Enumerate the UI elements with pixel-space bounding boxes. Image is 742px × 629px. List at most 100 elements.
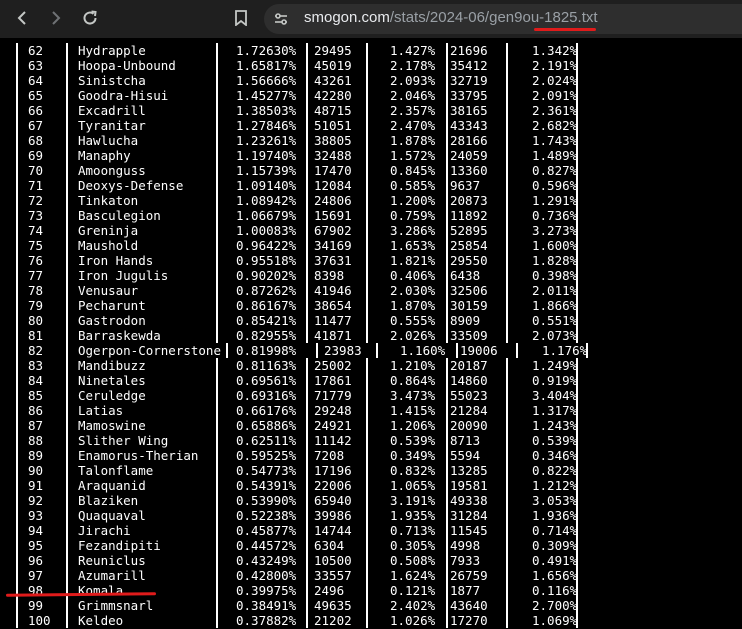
url-red-underline	[534, 28, 596, 31]
column-separator	[506, 253, 508, 268]
cell-rank: 68	[28, 133, 44, 148]
cell-real-pct: 0.491%	[532, 553, 578, 568]
table-row: 66 Excadrill 1.38503% 48715 2.357% 38165 2.361…	[0, 103, 742, 118]
column-separator	[66, 523, 68, 538]
cell-usage: 1.00083%	[236, 223, 297, 238]
column-separator	[216, 508, 218, 523]
cell-raw-pct: 3.473%	[390, 388, 436, 403]
cell-name: Pecharunt	[78, 298, 146, 313]
column-separator	[216, 358, 218, 373]
column-separator	[306, 358, 308, 373]
column-separator	[16, 568, 18, 583]
table-row: 96 Reuniclus 0.43249% 10500 0.508% 7933 0.491%	[0, 553, 742, 568]
column-separator	[306, 103, 308, 118]
cell-raw: 7208	[314, 448, 345, 463]
column-separator	[216, 193, 218, 208]
column-separator	[366, 478, 368, 493]
cell-real-pct: 1.249%	[532, 358, 578, 373]
table-row: 63 Hoopa-Unbound 1.65817% 45019 2.178% 35412 2…	[0, 58, 742, 73]
cell-raw-pct: 3.191%	[390, 493, 436, 508]
column-separator	[506, 223, 508, 238]
cell-rank: 62	[28, 43, 44, 58]
table-row: 62 Hydrapple 1.72630% 29495 1.427% 21696 1.342…	[0, 43, 742, 58]
cell-real: 31284	[450, 508, 488, 523]
column-separator	[66, 313, 68, 328]
column-separator	[226, 343, 228, 358]
cell-real: 19581	[450, 478, 488, 493]
cell-real-pct: 2.700%	[532, 598, 578, 613]
column-separator	[66, 358, 68, 373]
cell-raw: 22006	[314, 478, 352, 493]
column-separator	[366, 538, 368, 553]
cell-rank: 79	[28, 298, 44, 313]
column-separator	[306, 283, 308, 298]
cell-name: Tyranitar	[78, 118, 146, 133]
back-button[interactable]	[9, 5, 35, 31]
column-separator	[16, 238, 18, 253]
column-separator	[366, 613, 368, 628]
bookmark-button[interactable]	[228, 5, 254, 31]
column-separator	[306, 238, 308, 253]
column-separator	[506, 598, 508, 613]
cell-usage: 0.59525%	[236, 448, 297, 463]
cell-usage: 0.37882%	[236, 613, 297, 628]
column-separator	[66, 598, 68, 613]
cell-usage: 1.45277%	[236, 88, 297, 103]
column-separator	[16, 553, 18, 568]
column-separator	[366, 568, 368, 583]
cell-usage: 0.65886%	[236, 418, 297, 433]
forward-button[interactable]	[43, 5, 69, 31]
cell-raw-pct: 1.427%	[390, 43, 436, 58]
cell-usage: 0.95518%	[236, 253, 297, 268]
cell-real: 21696	[450, 43, 488, 58]
column-separator	[366, 433, 368, 448]
cell-raw-pct: 2.046%	[390, 88, 436, 103]
table-row: 71 Deoxys-Defense 1.09140% 12084 0.585% 9637 0…	[0, 178, 742, 193]
column-separator	[446, 163, 448, 178]
cell-real: 11545	[450, 523, 488, 538]
cell-raw-pct: 2.030%	[390, 283, 436, 298]
column-separator	[446, 553, 448, 568]
cell-real: 11892	[450, 208, 488, 223]
cell-real: 19006	[460, 343, 498, 358]
cell-name: Goodra-Hisui	[78, 88, 169, 103]
cell-real-pct: 0.398%	[532, 268, 578, 283]
column-separator	[506, 238, 508, 253]
url-text[interactable]: smogon.com/stats/2024-06/gen9ou-1825.txt	[304, 9, 598, 26]
column-separator	[366, 403, 368, 418]
cell-raw: 8398	[314, 268, 345, 283]
cell-usage: 1.23261%	[236, 133, 297, 148]
reload-icon	[83, 10, 97, 25]
cell-usage: 0.81163%	[236, 358, 297, 373]
cell-name: Grimmsnarl	[78, 598, 154, 613]
cell-real-pct: 2.011%	[532, 283, 578, 298]
cell-name: Hawlucha	[78, 133, 139, 148]
cell-raw-pct: 0.508%	[390, 553, 436, 568]
column-separator	[216, 118, 218, 133]
cell-usage: 0.43249%	[236, 553, 297, 568]
table-row: 90 Talonflame 0.54773% 17196 0.832% 13285 0.82…	[0, 463, 742, 478]
cell-usage: 0.90202%	[236, 268, 297, 283]
column-separator	[366, 103, 368, 118]
column-separator	[446, 508, 448, 523]
column-separator	[16, 328, 18, 343]
column-separator	[216, 568, 218, 583]
reload-button[interactable]	[77, 5, 103, 31]
cell-real-pct: 0.822%	[532, 463, 578, 478]
cell-name: Quaquaval	[78, 508, 146, 523]
table-row: 73 Basculegion 1.06679% 15691 0.759% 11892 0.7…	[0, 208, 742, 223]
cell-raw: 39986	[314, 508, 352, 523]
cell-real-pct: 0.919%	[532, 373, 578, 388]
site-info-button[interactable]	[268, 6, 294, 32]
column-separator	[216, 253, 218, 268]
cell-real: 33795	[450, 88, 488, 103]
column-separator	[16, 133, 18, 148]
cell-real: 32506	[450, 283, 488, 298]
column-separator	[216, 313, 218, 328]
cell-usage: 1.65817%	[236, 58, 297, 73]
cell-raw: 17861	[314, 373, 352, 388]
column-separator	[506, 568, 508, 583]
cell-name: Amoonguss	[78, 163, 146, 178]
column-separator	[506, 613, 508, 628]
column-separator	[306, 523, 308, 538]
